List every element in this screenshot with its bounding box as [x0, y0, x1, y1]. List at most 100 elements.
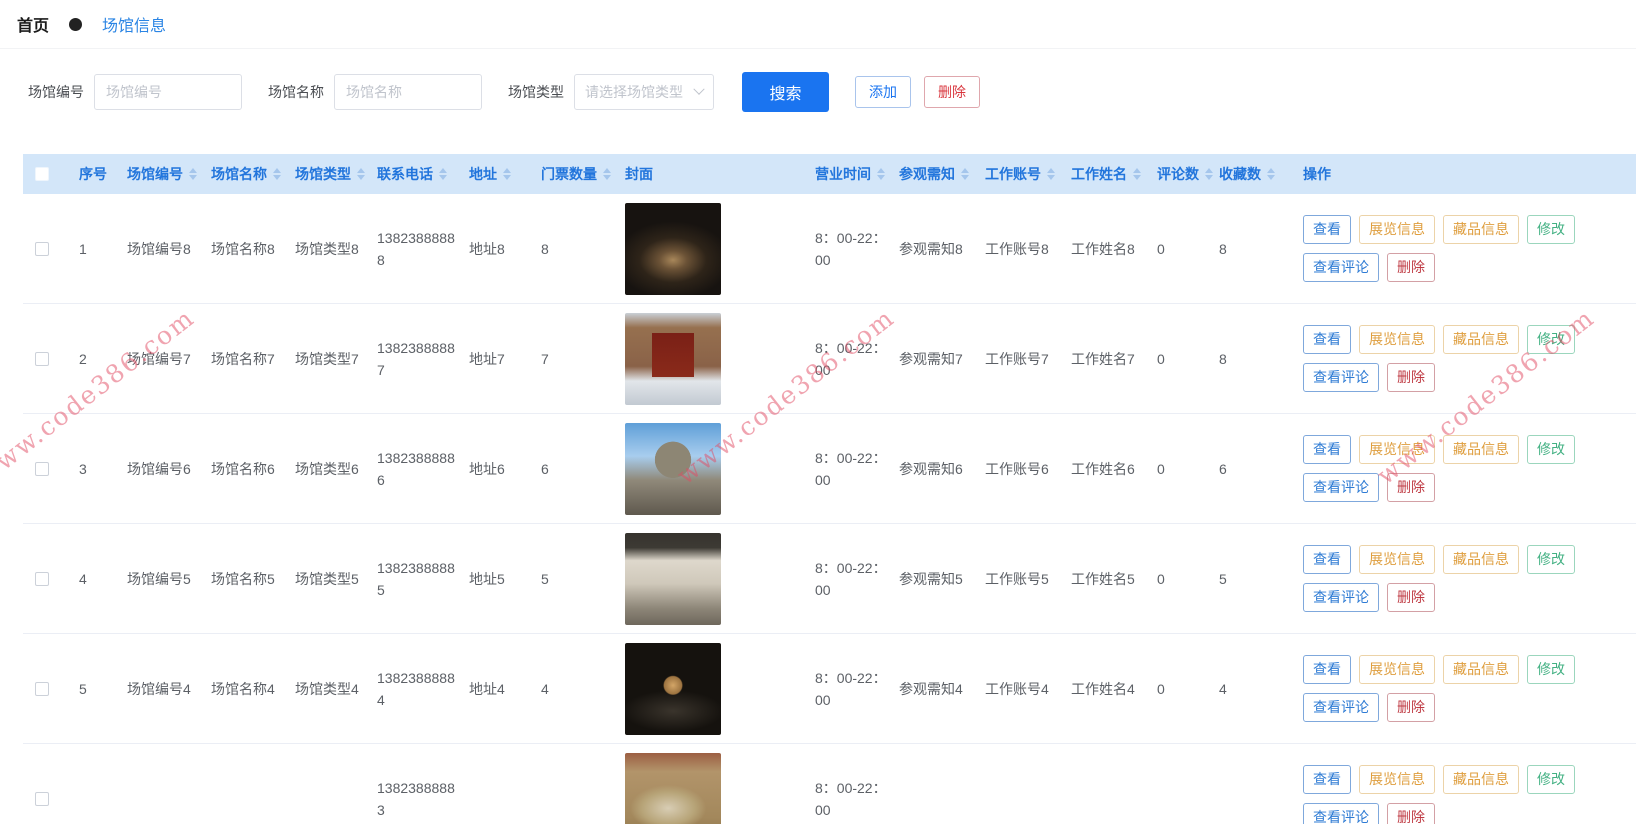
- header-venue-name[interactable]: 场馆名称: [199, 164, 283, 184]
- cell-venue-name: 场馆名称5: [211, 570, 275, 587]
- header-address[interactable]: 地址: [457, 164, 529, 184]
- view-comments-button[interactable]: 查看评论: [1303, 253, 1379, 282]
- edit-button[interactable]: 修改: [1527, 765, 1575, 794]
- header-favorites[interactable]: 收藏数: [1207, 164, 1291, 184]
- header-tickets[interactable]: 门票数量: [529, 164, 613, 184]
- sort-icon[interactable]: [503, 168, 511, 180]
- sort-icon[interactable]: [603, 168, 611, 180]
- delete-selected-button[interactable]: 删除: [924, 76, 980, 108]
- cell-account: 工作账号6: [985, 460, 1049, 477]
- cell-address: 地址6: [469, 460, 505, 477]
- header-account[interactable]: 工作账号: [973, 164, 1059, 184]
- sort-icon[interactable]: [877, 168, 885, 180]
- view-button[interactable]: 查看: [1303, 545, 1351, 574]
- add-button[interactable]: 添加: [855, 76, 911, 108]
- sort-icon[interactable]: [1047, 168, 1055, 180]
- collection-info-button[interactable]: 藏品信息: [1443, 325, 1519, 354]
- cell-tickets: 4: [541, 680, 549, 697]
- view-comments-button[interactable]: 查看评论: [1303, 803, 1379, 824]
- collection-info-button[interactable]: 藏品信息: [1443, 765, 1519, 794]
- header-comments[interactable]: 评论数: [1145, 164, 1213, 184]
- sort-icon[interactable]: [189, 168, 197, 180]
- sort-icon[interactable]: [273, 168, 281, 180]
- cell-hours: 8：00-22：00: [815, 669, 887, 708]
- cell-phone: 13823888883: [377, 779, 455, 818]
- row-checkbox[interactable]: [35, 351, 49, 366]
- view-button[interactable]: 查看: [1303, 215, 1351, 244]
- venue-no-input[interactable]: [94, 74, 242, 110]
- cell-index: 3: [79, 460, 87, 477]
- row-checkbox[interactable]: [35, 461, 49, 476]
- header-venue-type[interactable]: 场馆类型: [283, 164, 365, 184]
- delete-button[interactable]: 删除: [1387, 583, 1435, 612]
- header-hours[interactable]: 营业时间: [803, 164, 887, 184]
- cell-tickets: 5: [541, 570, 549, 587]
- row-checkbox[interactable]: [35, 681, 49, 696]
- header-notice[interactable]: 参观需知: [887, 164, 973, 184]
- cell-notice: 参观需知6: [899, 460, 963, 477]
- exhibition-info-button[interactable]: 展览信息: [1359, 545, 1435, 574]
- exhibition-info-button[interactable]: 展览信息: [1359, 765, 1435, 794]
- view-button[interactable]: 查看: [1303, 765, 1351, 794]
- sort-icon[interactable]: [357, 168, 365, 180]
- view-button[interactable]: 查看: [1303, 435, 1351, 464]
- exhibition-info-button[interactable]: 展览信息: [1359, 435, 1435, 464]
- sort-icon[interactable]: [961, 168, 969, 180]
- collection-info-button[interactable]: 藏品信息: [1443, 655, 1519, 684]
- table-row: 5 场馆编号4 场馆名称4 场馆类型4 13823888884 地址4 4 8：…: [23, 634, 1636, 744]
- sort-icon[interactable]: [1133, 168, 1141, 180]
- edit-button[interactable]: 修改: [1527, 545, 1575, 574]
- table-row: 1 场馆编号8 场馆名称8 场馆类型8 13823888888 地址8 8 8：…: [23, 194, 1636, 304]
- cell-favorites: 8: [1219, 240, 1227, 257]
- edit-button[interactable]: 修改: [1527, 215, 1575, 244]
- header-venue-no[interactable]: 场馆编号: [115, 164, 199, 184]
- delete-button[interactable]: 删除: [1387, 473, 1435, 502]
- select-all-checkbox[interactable]: [35, 167, 49, 181]
- venue-type-select-placeholder: 请选择场馆类型: [585, 84, 683, 100]
- edit-button[interactable]: 修改: [1527, 325, 1575, 354]
- delete-button[interactable]: 删除: [1387, 253, 1435, 282]
- row-checkbox[interactable]: [35, 241, 49, 256]
- row-checkbox[interactable]: [35, 791, 49, 806]
- row-checkbox[interactable]: [35, 571, 49, 586]
- breadcrumb-current-link[interactable]: 场馆信息: [102, 12, 166, 36]
- search-button[interactable]: 搜索: [742, 72, 829, 112]
- view-comments-button[interactable]: 查看评论: [1303, 473, 1379, 502]
- header-staff-name[interactable]: 工作姓名: [1059, 164, 1145, 184]
- view-button[interactable]: 查看: [1303, 325, 1351, 354]
- collection-info-button[interactable]: 藏品信息: [1443, 435, 1519, 464]
- cell-favorites: 4: [1219, 680, 1227, 697]
- cell-staff-name: 工作姓名7: [1071, 350, 1135, 367]
- collection-info-button[interactable]: 藏品信息: [1443, 215, 1519, 244]
- table-row: 4 场馆编号5 场馆名称5 场馆类型5 13823888885 地址5 5 8：…: [23, 524, 1636, 634]
- sort-icon[interactable]: [1267, 168, 1275, 180]
- view-comments-button[interactable]: 查看评论: [1303, 693, 1379, 722]
- edit-button[interactable]: 修改: [1527, 655, 1575, 684]
- view-comments-button[interactable]: 查看评论: [1303, 583, 1379, 612]
- cell-favorites: 8: [1219, 350, 1227, 367]
- cell-hours: 8：00-22：00: [815, 449, 887, 488]
- exhibition-info-button[interactable]: 展览信息: [1359, 655, 1435, 684]
- header-actions: 操作: [1303, 166, 1331, 182]
- table-row: 3 场馆编号6 场馆名称6 场馆类型6 13823888886 地址6 6 8：…: [23, 414, 1636, 524]
- view-button[interactable]: 查看: [1303, 655, 1351, 684]
- venue-type-select[interactable]: 请选择场馆类型: [574, 74, 714, 110]
- cell-staff-name: 工作姓名6: [1071, 460, 1135, 477]
- exhibition-info-button[interactable]: 展览信息: [1359, 325, 1435, 354]
- edit-button[interactable]: 修改: [1527, 435, 1575, 464]
- cell-staff-name: 工作姓名8: [1071, 240, 1135, 257]
- header-phone[interactable]: 联系电话: [365, 164, 457, 184]
- cover-image: [625, 532, 721, 625]
- view-comments-button[interactable]: 查看评论: [1303, 363, 1379, 392]
- sort-icon[interactable]: [439, 168, 447, 180]
- cell-account: 工作账号5: [985, 570, 1049, 587]
- delete-button[interactable]: 删除: [1387, 803, 1435, 824]
- venue-name-input[interactable]: [334, 74, 482, 110]
- delete-button[interactable]: 删除: [1387, 363, 1435, 392]
- cell-hours: 8：00-22：00: [815, 559, 887, 598]
- delete-button[interactable]: 删除: [1387, 693, 1435, 722]
- cover-image: [625, 312, 721, 405]
- exhibition-info-button[interactable]: 展览信息: [1359, 215, 1435, 244]
- cover-image: [625, 422, 721, 515]
- collection-info-button[interactable]: 藏品信息: [1443, 545, 1519, 574]
